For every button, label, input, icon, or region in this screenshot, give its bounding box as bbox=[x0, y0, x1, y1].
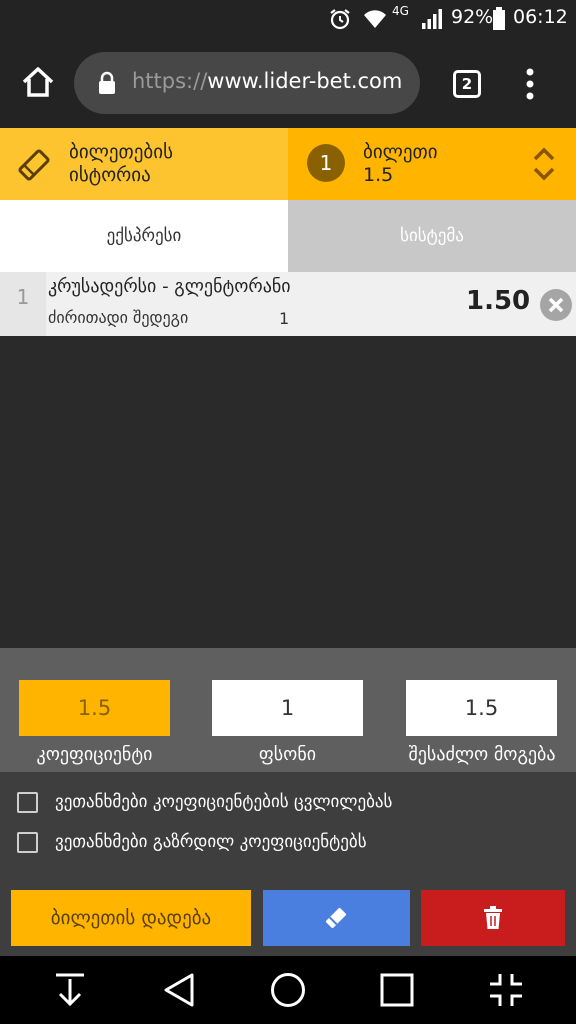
status-bar: 4G 92% 06:12 bbox=[0, 0, 576, 38]
ticket-count-badge: 1 bbox=[307, 144, 345, 182]
accept-increase-label[interactable]: ვეთანხმები გაზრდილ კოეფიციენტებს bbox=[55, 832, 367, 852]
lock-icon bbox=[99, 71, 115, 94]
ticket-history-label: ბილეთების ისტორია bbox=[69, 141, 173, 187]
collapse-fullscreen-icon[interactable] bbox=[488, 972, 524, 1008]
bet-type-tabs: ექსპრესი სისტემა bbox=[0, 200, 576, 272]
coefficient-field: 1.5 bbox=[19, 680, 170, 736]
more-options-icon[interactable] bbox=[522, 68, 538, 100]
ticket-icon bbox=[18, 149, 50, 181]
ticket-title: ბილეთი bbox=[363, 141, 438, 163]
back-icon[interactable] bbox=[162, 972, 196, 1008]
alarm-icon bbox=[330, 9, 350, 30]
place-bet-button[interactable]: ბილეთის დადება bbox=[11, 890, 251, 946]
trash-icon bbox=[484, 906, 502, 929]
battery-icon bbox=[493, 7, 505, 30]
network-type: 4G bbox=[392, 4, 409, 18]
url-domain: www.lider-bet.com bbox=[207, 69, 403, 93]
history-line-2: ისტორია bbox=[69, 164, 151, 186]
home-circle-icon[interactable] bbox=[270, 972, 306, 1008]
tab-switcher-button[interactable]: 2 bbox=[453, 70, 481, 98]
expand-collapse-icon[interactable] bbox=[531, 146, 557, 182]
ticket-icon bbox=[326, 908, 346, 928]
signal-icon bbox=[422, 9, 442, 29]
coefficient-label: კოეფიციენტი bbox=[36, 744, 153, 765]
current-ticket[interactable]: 1 ბილეთი 1.5 bbox=[288, 128, 576, 200]
recent-apps-icon[interactable] bbox=[380, 973, 414, 1007]
history-line-1: ბილეთების bbox=[69, 141, 173, 163]
accept-increase-checkbox[interactable] bbox=[17, 832, 38, 853]
ticket-header: ბილეთების ისტორია 1 ბილეთი 1.5 bbox=[0, 128, 576, 200]
ticket-total-odds: 1.5 bbox=[363, 164, 394, 186]
bet-odds: 1.50 bbox=[466, 286, 531, 316]
remove-bet-button[interactable] bbox=[534, 272, 576, 336]
close-icon bbox=[540, 289, 572, 321]
home-icon[interactable] bbox=[21, 66, 55, 98]
download-arrow-icon[interactable] bbox=[53, 972, 87, 1008]
system-nav-bar bbox=[0, 956, 576, 1024]
stake-label: ფსონი bbox=[258, 744, 317, 765]
clock: 06:12 bbox=[513, 6, 568, 28]
market-name: ძირითადი შედეგი bbox=[48, 308, 189, 327]
ticket-empty-area bbox=[0, 336, 576, 648]
url-scheme: https:// bbox=[132, 69, 208, 93]
address-bar[interactable]: https://www.lider-bet.com bbox=[74, 52, 420, 114]
possible-win-label: შესაძლო მოგება bbox=[408, 744, 556, 765]
tab-system[interactable]: სისტემა bbox=[288, 200, 576, 272]
ticket-actions: ბილეთის დადება bbox=[0, 880, 576, 956]
ticket-history-button[interactable]: ბილეთების ისტორია bbox=[0, 128, 288, 200]
selection: 1 bbox=[279, 309, 290, 328]
bet-row: 1 კრუსადერსი - გლენტორანი ძირითადი შედეგ… bbox=[0, 272, 576, 336]
match-name: კრუსადერსი - გლენტორანი bbox=[48, 276, 291, 297]
possible-win-field: 1.5 bbox=[406, 680, 557, 736]
ticket-summary: ბილეთი 1.5 bbox=[363, 141, 438, 187]
bet-details: კრუსადერსი - გლენტორანი ძირითადი შედეგი … bbox=[46, 272, 534, 336]
stake-input[interactable]: 1 bbox=[212, 680, 363, 736]
agreement-options: ვეთანხმები კოეფიციენტების ცვლილებას ვეთა… bbox=[0, 772, 576, 880]
tab-count: 2 bbox=[461, 75, 473, 93]
accept-changes-label[interactable]: ვეთანხმები კოეფიციენტების ცვლილებას bbox=[55, 792, 392, 812]
clear-ticket-button[interactable] bbox=[421, 890, 565, 946]
bet-index: 1 bbox=[0, 272, 46, 336]
ticket-code-button[interactable] bbox=[263, 890, 410, 946]
browser-toolbar: https://www.lider-bet.com 2 bbox=[0, 38, 576, 128]
battery-percent: 92% bbox=[451, 6, 494, 28]
url-text: https://www.lider-bet.com bbox=[132, 69, 402, 93]
ticket-summary-panel: 1.5 1 1.5 კოეფიციენტი ფსონი შესაძლო მოგე… bbox=[0, 648, 576, 772]
tab-express[interactable]: ექსპრესი bbox=[0, 200, 288, 272]
wifi-icon bbox=[364, 10, 386, 28]
accept-changes-checkbox[interactable] bbox=[17, 792, 38, 813]
